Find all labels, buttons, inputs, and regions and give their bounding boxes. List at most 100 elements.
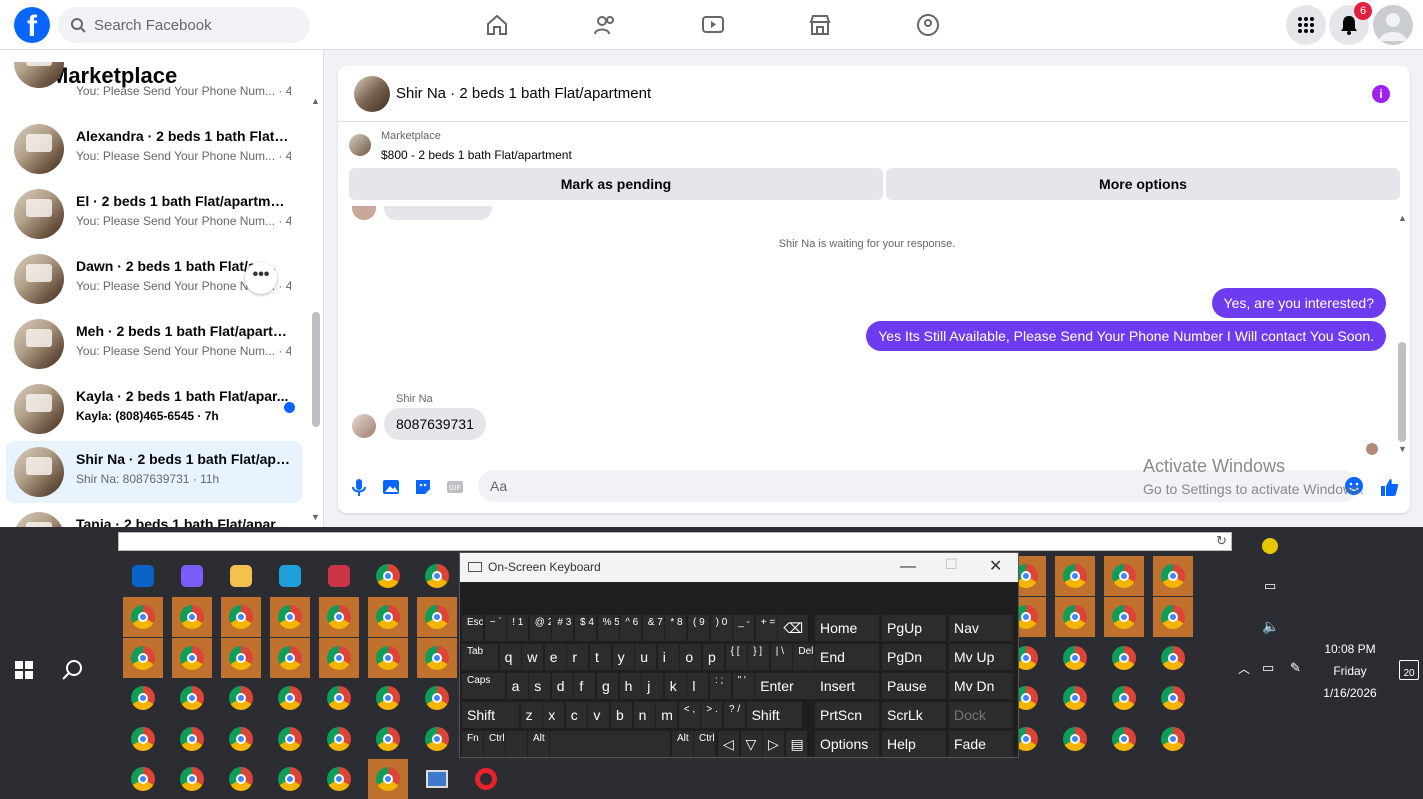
- osk-key[interactable]: [506, 731, 527, 757]
- chrome-profile-icon[interactable]: [1055, 597, 1095, 637]
- menu-key[interactable]: ▤: [785, 731, 807, 757]
- chrome-profile-icon[interactable]: [1055, 719, 1095, 759]
- osk-key[interactable]: p: [703, 644, 724, 670]
- chrome-profile-icon[interactable]: [123, 597, 163, 637]
- osk-key[interactable]: Caps: [462, 673, 505, 699]
- chrome-profile-icon[interactable]: [172, 638, 212, 678]
- osk-key[interactable]: z: [520, 702, 542, 728]
- osk-key[interactable]: Esc: [462, 615, 483, 641]
- chrome-profile-icon[interactable]: [270, 719, 310, 759]
- home-icon[interactable]: [482, 10, 512, 40]
- left-arrow-key[interactable]: ◁: [718, 731, 739, 757]
- osk-key[interactable]: PgUp: [882, 615, 946, 641]
- chrome-profile-icon[interactable]: [368, 597, 408, 637]
- groups-icon[interactable]: [913, 10, 943, 40]
- volume-icon[interactable]: 🔈: [1262, 618, 1279, 635]
- osk-key[interactable]: ? /: [724, 702, 745, 728]
- chrome-profile-icon[interactable]: [1153, 638, 1193, 678]
- chrome-profile-icon[interactable]: [1104, 719, 1144, 759]
- scroll-down-icon[interactable]: ▼: [311, 512, 320, 522]
- osk-key[interactable]: Help: [882, 731, 946, 757]
- chrome-profile-icon[interactable]: [221, 678, 261, 718]
- refresh-icon[interactable]: ↻: [1216, 533, 1227, 549]
- edge-icon[interactable]: [270, 556, 310, 596]
- osk-key[interactable]: & 7: [642, 615, 664, 641]
- osk-key[interactable]: ~ `: [484, 615, 506, 641]
- osk-key[interactable]: b: [611, 702, 632, 728]
- osk-key[interactable]: Shift: [746, 702, 802, 728]
- sidebar-scrollbar[interactable]: [312, 312, 320, 427]
- osk-key[interactable]: Del: [793, 644, 815, 670]
- osk-key[interactable]: Ctrl: [694, 731, 715, 757]
- info-icon[interactable]: i: [1372, 85, 1390, 103]
- chrome-profile-icon[interactable]: [319, 638, 359, 678]
- chrome-profile-icon[interactable]: [1104, 597, 1144, 637]
- conversation-item[interactable]: Alexandra · 2 beds 1 bath Flat/a... You:…: [6, 118, 302, 180]
- chrome-profile-icon[interactable]: [417, 719, 457, 759]
- osk-key[interactable]: Mv Up: [949, 644, 1013, 670]
- more-options-icon[interactable]: •••: [245, 262, 277, 294]
- chat-scrollbar[interactable]: [1398, 342, 1406, 442]
- osk-key[interactable]: > .: [701, 702, 723, 728]
- chat-title[interactable]: Shir Na · 2 beds 1 bath Flat/apartment: [396, 85, 651, 102]
- chrome-profile-icon[interactable]: [368, 719, 408, 759]
- computer-app-icon[interactable]: [417, 759, 457, 799]
- chrome-profile-icon[interactable]: [172, 719, 212, 759]
- osk-key[interactable]: # 3: [552, 615, 574, 641]
- gif-icon[interactable]: GIF: [444, 476, 466, 498]
- osk-key[interactable]: { [: [725, 644, 747, 670]
- osk-key[interactable]: f: [574, 673, 596, 699]
- backspace-key[interactable]: ⌫: [778, 615, 809, 641]
- chrome-profile-icon[interactable]: [368, 556, 408, 596]
- search-input[interactable]: Search Facebook: [58, 7, 310, 43]
- osk-key[interactable]: v: [588, 702, 610, 728]
- osk-key[interactable]: Fade: [949, 731, 1013, 757]
- osk-key[interactable]: } ]: [748, 644, 770, 670]
- osk-key[interactable]: " ': [732, 673, 754, 699]
- chrome-profile-icon[interactable]: [221, 638, 261, 678]
- listing-price[interactable]: $800 - 2 beds 1 bath Flat/apartment: [381, 148, 572, 162]
- chrome-profile-icon[interactable]: [270, 597, 310, 637]
- osk-key[interactable]: End: [815, 644, 879, 670]
- minimize-button[interactable]: —: [900, 558, 916, 576]
- osk-key[interactable]: + =: [755, 615, 777, 641]
- osk-key[interactable]: q: [499, 644, 521, 670]
- osk-key[interactable]: PrtScn: [815, 702, 879, 728]
- osk-key[interactable]: ( 9: [688, 615, 709, 641]
- facebook-logo[interactable]: f: [14, 7, 50, 43]
- maximize-button[interactable]: ☐: [945, 556, 958, 573]
- osk-key[interactable]: Dock: [949, 702, 1013, 728]
- osk-key[interactable]: Ctrl: [484, 731, 505, 757]
- chrome-profile-icon[interactable]: [319, 678, 359, 718]
- osk-key[interactable]: l: [687, 673, 709, 699]
- chrome-profile-icon[interactable]: [123, 638, 163, 678]
- osk-key[interactable]: ^ 6: [620, 615, 642, 641]
- osk-key[interactable]: $ 4: [575, 615, 596, 641]
- chrome-profile-icon[interactable]: [368, 638, 408, 678]
- chrome-profile-icon[interactable]: [221, 597, 261, 637]
- osk-key[interactable]: Options: [815, 731, 879, 757]
- pen-icon[interactable]: ✎: [1290, 660, 1301, 676]
- marketplace-icon[interactable]: [805, 10, 835, 40]
- osk-key[interactable]: g: [597, 673, 618, 699]
- chrome-profile-icon[interactable]: [1055, 678, 1095, 718]
- chrome-profile-icon[interactable]: [368, 759, 408, 799]
- osk-key[interactable]: s: [529, 673, 551, 699]
- like-thumbs-up-icon[interactable]: [1378, 476, 1400, 498]
- chrome-profile-icon[interactable]: [172, 597, 212, 637]
- network-icon[interactable]: ▭: [1262, 660, 1274, 676]
- chrome-profile-icon[interactable]: [172, 678, 212, 718]
- osk-key[interactable]: Fn: [462, 731, 483, 757]
- opera-icon[interactable]: [466, 759, 506, 799]
- chrome-profile-icon[interactable]: [417, 638, 457, 678]
- chrome-profile-icon[interactable]: [319, 719, 359, 759]
- osk-key[interactable]: _ -: [733, 615, 755, 641]
- osk-key[interactable]: Shift: [462, 702, 519, 728]
- close-button[interactable]: ✕: [989, 556, 1002, 576]
- chrome-profile-icon[interactable]: [1055, 556, 1095, 596]
- osk-key[interactable]: i: [657, 644, 679, 670]
- paint-icon[interactable]: [319, 556, 359, 596]
- osk-key[interactable]: Enter: [755, 673, 816, 699]
- osk-key[interactable]: Alt: [528, 731, 549, 757]
- osk-key[interactable]: Home: [815, 615, 879, 641]
